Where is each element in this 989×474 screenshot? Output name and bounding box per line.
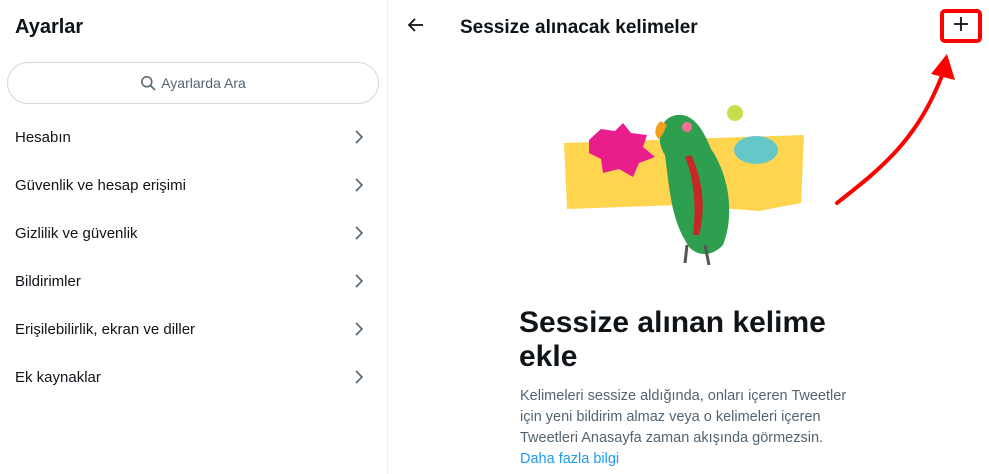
- muted-words-panel: Sessize alınacak kelimeler Sessize alına…: [389, 0, 989, 474]
- add-muted-word-button[interactable]: [940, 9, 982, 43]
- search-icon: [140, 75, 156, 91]
- empty-state-heading: Sessize alınan kelime ekle: [519, 306, 826, 373]
- menu-item-label: Güvenlik ve hesap erişimi: [15, 176, 186, 194]
- menu-item-privacy[interactable]: Gizlilik ve güvenlik: [0, 209, 387, 257]
- settings-sidebar: Ayarlar Ayarlarda Ara Hesabın Güvenlik v…: [0, 0, 388, 474]
- parrot-illustration: [564, 105, 804, 266]
- chevron-right-icon: [351, 369, 367, 385]
- menu-item-notifications[interactable]: Bildirimler: [0, 257, 387, 305]
- chevron-right-icon: [351, 225, 367, 241]
- menu-item-account[interactable]: Hesabın: [0, 113, 387, 161]
- chevron-right-icon: [351, 273, 367, 289]
- menu-item-accessibility[interactable]: Erişilebilirlik, ekran ve diller: [0, 305, 387, 353]
- back-button[interactable]: [403, 14, 429, 40]
- search-placeholder: Ayarlarda Ara: [161, 75, 246, 91]
- menu-item-label: Hesabın: [15, 128, 71, 146]
- annotation-arrow: [835, 54, 955, 205]
- menu-item-label: Erişilebilirlik, ekran ve diller: [15, 320, 196, 338]
- menu-item-security[interactable]: Güvenlik ve hesap erişimi: [0, 161, 387, 209]
- chevron-right-icon: [351, 129, 367, 145]
- chevron-right-icon: [351, 321, 367, 337]
- settings-menu: Hesabın Güvenlik ve hesap erişimi Gizlil…: [0, 113, 387, 401]
- menu-item-label: Gizlilik ve güvenlik: [15, 224, 138, 242]
- arrow-left-icon: [407, 16, 425, 39]
- learn-more-link[interactable]: Daha fazla bilgi: [520, 449, 860, 470]
- menu-item-label: Bildirimler: [15, 272, 81, 290]
- empty-state-description: Kelimeleri sessize aldığında, onları içe…: [520, 386, 860, 470]
- description-text: Kelimeleri sessize aldığında, onları içe…: [520, 388, 847, 446]
- menu-item-resources[interactable]: Ek kaynaklar: [0, 353, 387, 401]
- plus-icon: [952, 15, 970, 38]
- settings-search-input[interactable]: Ayarlarda Ara: [7, 62, 379, 104]
- menu-item-label: Ek kaynaklar: [15, 368, 101, 386]
- page-title: Sessize alınacak kelimeler: [460, 17, 698, 38]
- sidebar-title: Ayarlar: [15, 16, 84, 38]
- chevron-right-icon: [351, 177, 367, 193]
